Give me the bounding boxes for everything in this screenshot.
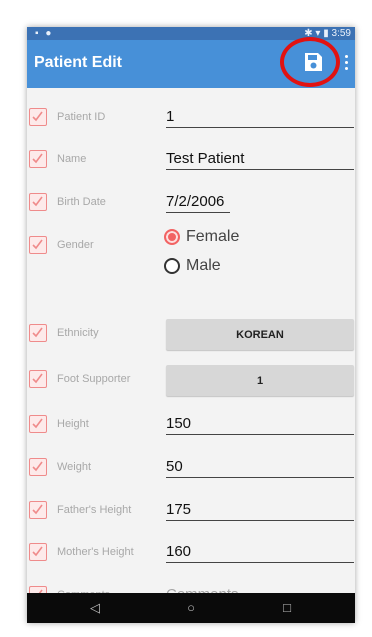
height-label: Height	[57, 418, 89, 430]
foot-supporter-label: Foot Supporter	[57, 373, 131, 385]
wifi-icon: ▾	[315, 28, 321, 39]
check-icon	[32, 418, 43, 429]
fathers-height-label: Father's Height	[57, 504, 132, 516]
battery-icon: ▮	[323, 28, 329, 39]
check-icon	[32, 504, 43, 515]
checkbox-foot-supporter[interactable]	[29, 370, 47, 388]
back-icon: ◁	[90, 600, 100, 615]
patient-id-label: Patient ID	[57, 111, 106, 123]
more-options-button[interactable]	[340, 52, 352, 74]
checkbox-ethnicity[interactable]	[29, 324, 47, 342]
ethnicity-label: Ethnicity	[57, 327, 99, 339]
page-title: Patient Edit	[34, 54, 123, 71]
phone-screen: ▪ ● ✱ ▾ ▮ 3:59 Patient Edit Patient ID 1…	[27, 27, 355, 623]
app-bar: Patient Edit	[27, 37, 355, 88]
radio-female-label: Female	[186, 228, 240, 245]
mothers-height-label: Mother's Height	[57, 546, 134, 558]
gender-label: Gender	[57, 239, 94, 251]
ethnicity-button[interactable]: KOREAN	[166, 319, 354, 350]
save-button[interactable]	[302, 51, 324, 73]
fathers-height-field[interactable]	[166, 499, 354, 521]
check-icon	[32, 153, 43, 164]
back-button[interactable]: ◁	[83, 597, 107, 619]
recents-icon: □	[283, 600, 291, 615]
recents-button[interactable]: □	[275, 597, 299, 619]
checkbox-fathers-height[interactable]	[29, 501, 47, 519]
notification-icons: ▪ ●	[35, 28, 54, 39]
checkbox-gender[interactable]	[29, 236, 47, 254]
home-icon: ○	[187, 600, 195, 615]
radio-circle-checked	[164, 229, 180, 245]
check-icon	[32, 373, 43, 384]
check-icon	[32, 461, 43, 472]
navigation-bar: ◁ ○ □	[27, 593, 355, 623]
check-icon	[32, 546, 43, 557]
radio-circle	[164, 258, 180, 274]
check-icon	[32, 111, 43, 122]
name-label: Name	[57, 153, 87, 165]
check-icon	[32, 196, 43, 207]
checkbox-patient-id[interactable]	[29, 108, 47, 126]
birth-date-field[interactable]	[166, 191, 230, 213]
mothers-height-field[interactable]	[166, 541, 354, 563]
status-time: 3:59	[331, 28, 351, 39]
weight-field[interactable]	[166, 456, 354, 478]
height-field[interactable]	[166, 413, 354, 435]
checkbox-height[interactable]	[29, 415, 47, 433]
birth-date-label: Birth Date	[57, 196, 106, 208]
save-icon	[305, 53, 322, 71]
status-right: ✱ ▾ ▮ 3:59	[304, 27, 351, 40]
radio-male-label: Male	[186, 257, 221, 274]
home-button[interactable]: ○	[179, 597, 203, 619]
weight-label: Weight	[57, 461, 92, 473]
checkbox-weight[interactable]	[29, 458, 47, 476]
checkbox-mothers-height[interactable]	[29, 543, 47, 561]
checkbox-birth-date[interactable]	[29, 193, 47, 211]
more-vert-icon	[340, 55, 352, 70]
foot-supporter-button[interactable]: 1	[166, 365, 354, 396]
check-icon	[32, 239, 43, 250]
patient-id-field[interactable]	[166, 106, 354, 128]
bluetooth-icon: ✱	[304, 28, 313, 39]
patient-form: Patient ID Name Birth Date Gender F	[27, 88, 355, 606]
status-bar: ▪ ● ✱ ▾ ▮ 3:59	[27, 27, 355, 40]
check-icon	[32, 327, 43, 338]
name-field[interactable]	[166, 148, 354, 170]
checkbox-name[interactable]	[29, 150, 47, 168]
